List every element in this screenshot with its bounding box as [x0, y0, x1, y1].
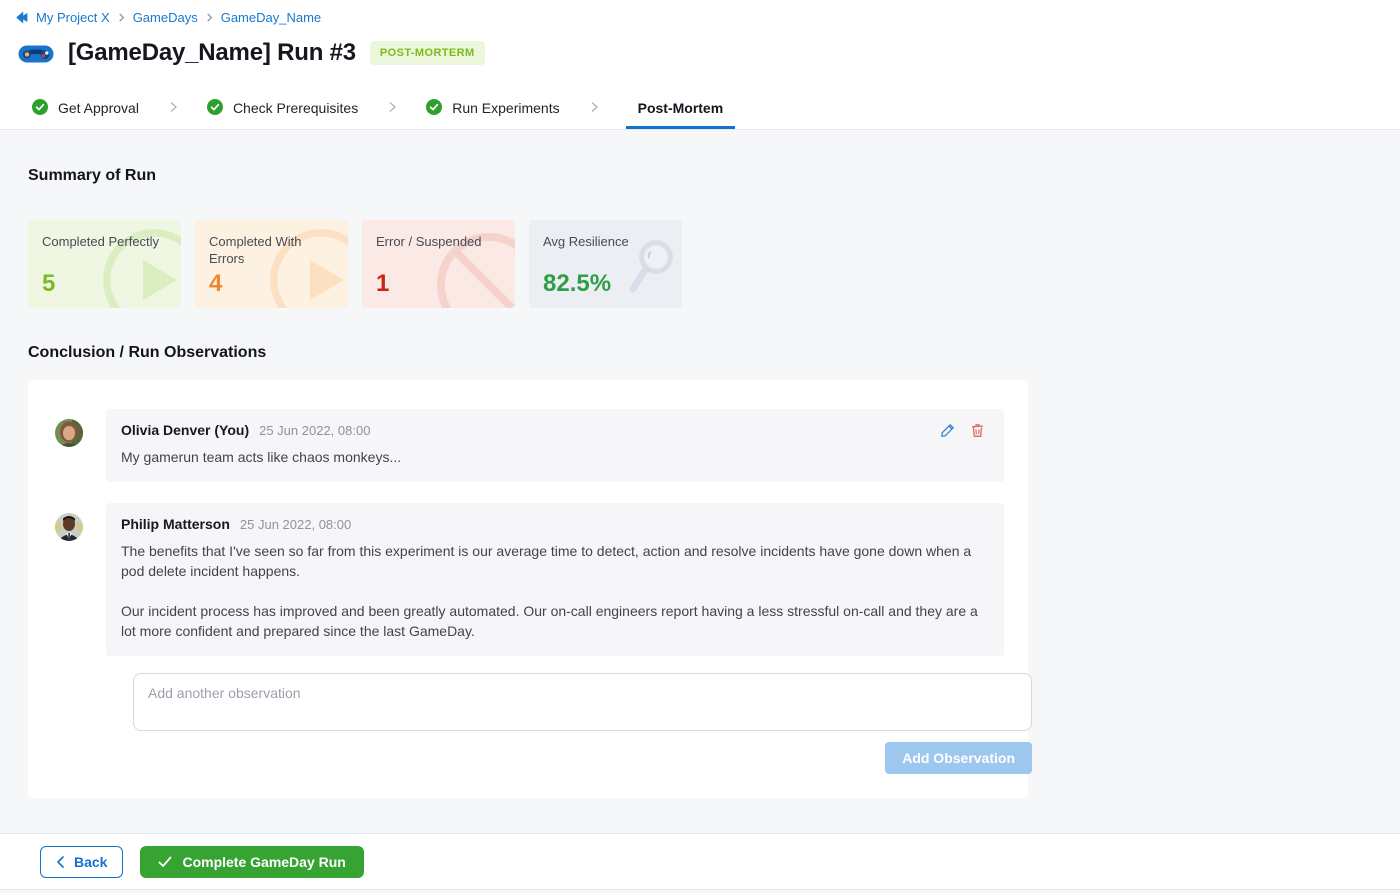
chevron-right-icon: [360, 85, 424, 129]
page-title: [GameDay_Name] Run #3: [68, 39, 356, 67]
avatar: [55, 513, 83, 541]
observations-card: Olivia Denver (You) 25 Jun 2022, 08:00 M…: [28, 380, 1028, 798]
chevron-right-icon: [141, 85, 205, 129]
gamepad-icon: [18, 40, 54, 66]
tab-label: Post-Mortem: [638, 99, 724, 116]
tab-get-approval[interactable]: Get Approval: [30, 85, 141, 129]
footer-action-bar: Back Complete GameDay Run: [0, 833, 1400, 890]
breadcrumb-item-gameday-name[interactable]: GameDay_Name: [221, 10, 321, 25]
breadcrumb-item-project[interactable]: My Project X: [36, 10, 110, 25]
stat-card-error-suspended: Error / Suspended 1: [362, 220, 515, 308]
page-header: My Project X GameDays GameDay_Name [Game…: [0, 0, 1400, 85]
check-circle-icon: [32, 99, 48, 115]
stat-label: Error / Suspended: [376, 233, 496, 250]
stat-value: 1: [376, 270, 389, 298]
chevron-right-icon: [562, 85, 626, 129]
summary-heading: Summary of Run: [28, 130, 1372, 185]
status-badge: POST-MORTERM: [370, 41, 485, 65]
check-icon: [158, 856, 172, 868]
observations-heading: Conclusion / Run Observations: [28, 308, 1372, 362]
chevron-right-icon: [117, 13, 126, 22]
tab-post-mortem[interactable]: Post-Mortem: [626, 85, 736, 129]
comment-text: My gamerun team acts like chaos monkeys.…: [121, 447, 986, 467]
check-circle-icon: [207, 99, 223, 115]
run-steps-bar: Get Approval Check Prerequisites Run Exp…: [0, 85, 1400, 130]
stat-label: Completed With Errors: [209, 233, 329, 267]
comment-timestamp: 25 Jun 2022, 08:00: [240, 517, 351, 532]
stat-value: 82.5%: [543, 270, 611, 298]
back-button[interactable]: Back: [40, 846, 123, 878]
tab-label: Check Prerequisites: [233, 99, 358, 116]
add-observation-button[interactable]: Add Observation: [885, 742, 1032, 774]
avatar: [55, 419, 83, 447]
tab-label: Run Experiments: [452, 99, 559, 116]
breadcrumb: My Project X GameDays GameDay_Name: [14, 10, 1400, 25]
stat-card-completed-with-errors: Completed With Errors 4: [195, 220, 348, 308]
project-logo-icon: [14, 10, 29, 25]
comment-author: Olivia Denver (You): [121, 422, 249, 438]
tab-check-prerequisites[interactable]: Check Prerequisites: [205, 85, 360, 129]
tab-label: Get Approval: [58, 99, 139, 116]
chevron-right-icon: [205, 13, 214, 22]
comment-author: Philip Matterson: [121, 516, 230, 532]
stat-card-avg-resilience: Avg Resilience 82.5%: [529, 220, 682, 308]
comment-text: Our incident process has improved and be…: [121, 601, 986, 641]
stat-label: Completed Perfectly: [42, 233, 162, 250]
stat-label: Avg Resilience: [543, 233, 663, 250]
stat-value: 5: [42, 270, 55, 298]
chevron-left-icon: [56, 856, 65, 868]
observation-comment: Olivia Denver (You) 25 Jun 2022, 08:00 M…: [55, 409, 1004, 482]
comment-bubble: Philip Matterson 25 Jun 2022, 08:00 The …: [106, 503, 1004, 656]
complete-gameday-run-button[interactable]: Complete GameDay Run: [140, 846, 363, 878]
complete-button-label: Complete GameDay Run: [182, 854, 345, 870]
comment-text: The benefits that I've seen so far from …: [121, 541, 986, 581]
edit-icon[interactable]: [940, 423, 955, 438]
comment-bubble: Olivia Denver (You) 25 Jun 2022, 08:00 M…: [106, 409, 1004, 482]
observation-comment: Philip Matterson 25 Jun 2022, 08:00 The …: [55, 503, 1004, 656]
check-circle-icon: [426, 99, 442, 115]
comment-timestamp: 25 Jun 2022, 08:00: [259, 423, 370, 438]
delete-icon[interactable]: [970, 423, 985, 438]
back-button-label: Back: [74, 854, 107, 870]
tab-run-experiments[interactable]: Run Experiments: [424, 85, 561, 129]
breadcrumb-item-gamedays[interactable]: GameDays: [133, 10, 198, 25]
stat-card-completed-perfectly: Completed Perfectly 5: [28, 220, 181, 308]
summary-cards: Completed Perfectly 5 Completed With Err…: [28, 220, 1372, 308]
observation-input[interactable]: [133, 673, 1032, 731]
stat-value: 4: [209, 270, 222, 298]
